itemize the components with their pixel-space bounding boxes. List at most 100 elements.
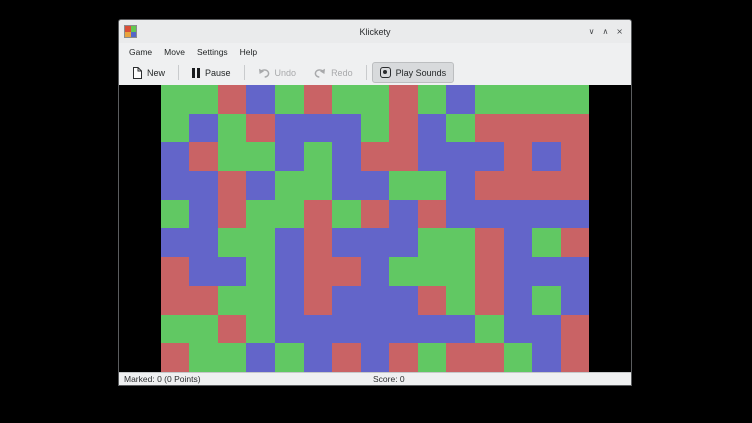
tile[interactable] (504, 171, 533, 200)
tile[interactable] (275, 85, 304, 114)
tile[interactable] (532, 228, 561, 257)
tile[interactable] (161, 85, 190, 114)
tile[interactable] (304, 228, 333, 257)
tile[interactable] (475, 171, 504, 200)
tile[interactable] (389, 171, 418, 200)
tile[interactable] (304, 200, 333, 229)
tile[interactable] (389, 114, 418, 143)
menu-help[interactable]: Help (234, 45, 263, 59)
tile[interactable] (475, 315, 504, 344)
tile[interactable] (361, 286, 390, 315)
tile[interactable] (504, 200, 533, 229)
tile[interactable] (475, 228, 504, 257)
tile[interactable] (246, 286, 275, 315)
tile[interactable] (161, 228, 190, 257)
tile[interactable] (332, 257, 361, 286)
tile[interactable] (304, 286, 333, 315)
tile[interactable] (532, 171, 561, 200)
tile[interactable] (446, 228, 475, 257)
tile[interactable] (389, 85, 418, 114)
tile[interactable] (475, 114, 504, 143)
tile[interactable] (275, 257, 304, 286)
tile[interactable] (304, 257, 333, 286)
tile[interactable] (218, 343, 247, 372)
tile[interactable] (418, 142, 447, 171)
tile[interactable] (475, 200, 504, 229)
tile[interactable] (161, 286, 190, 315)
maximize-button[interactable]: ∧ (602, 28, 608, 36)
tile[interactable] (161, 315, 190, 344)
tile[interactable] (332, 286, 361, 315)
tile[interactable] (361, 257, 390, 286)
tile[interactable] (389, 286, 418, 315)
tile[interactable] (161, 142, 190, 171)
tile[interactable] (361, 171, 390, 200)
tile[interactable] (389, 228, 418, 257)
tile[interactable] (561, 171, 590, 200)
tile[interactable] (246, 200, 275, 229)
tile[interactable] (189, 228, 218, 257)
tile[interactable] (418, 200, 447, 229)
tile[interactable] (275, 228, 304, 257)
tile[interactable] (389, 200, 418, 229)
tile[interactable] (389, 343, 418, 372)
tile[interactable] (189, 85, 218, 114)
tile[interactable] (418, 257, 447, 286)
tile[interactable] (304, 171, 333, 200)
tile[interactable] (418, 286, 447, 315)
tile[interactable] (332, 200, 361, 229)
tile[interactable] (275, 200, 304, 229)
tile[interactable] (361, 228, 390, 257)
tile[interactable] (246, 343, 275, 372)
tile[interactable] (304, 315, 333, 344)
tile[interactable] (532, 343, 561, 372)
tile[interactable] (361, 200, 390, 229)
tile[interactable] (189, 257, 218, 286)
minimize-button[interactable]: ∨ (589, 28, 595, 36)
tile[interactable] (332, 171, 361, 200)
tile[interactable] (475, 257, 504, 286)
tile[interactable] (189, 343, 218, 372)
tile[interactable] (561, 228, 590, 257)
tile[interactable] (532, 286, 561, 315)
tile[interactable] (304, 142, 333, 171)
tile[interactable] (246, 85, 275, 114)
tile[interactable] (561, 85, 590, 114)
tile[interactable] (361, 142, 390, 171)
tile[interactable] (161, 114, 190, 143)
tile[interactable] (189, 315, 218, 344)
tile[interactable] (532, 200, 561, 229)
tile[interactable] (446, 142, 475, 171)
tile[interactable] (332, 142, 361, 171)
tile[interactable] (161, 200, 190, 229)
tile[interactable] (389, 257, 418, 286)
tile[interactable] (332, 228, 361, 257)
tile[interactable] (218, 114, 247, 143)
tile[interactable] (304, 114, 333, 143)
tile[interactable] (475, 343, 504, 372)
tile[interactable] (532, 257, 561, 286)
tile[interactable] (504, 257, 533, 286)
tile[interactable] (161, 343, 190, 372)
tile[interactable] (275, 114, 304, 143)
tile[interactable] (304, 85, 333, 114)
tile[interactable] (446, 343, 475, 372)
tile[interactable] (189, 114, 218, 143)
tile[interactable] (561, 315, 590, 344)
tile[interactable] (532, 114, 561, 143)
tile[interactable] (446, 85, 475, 114)
titlebar[interactable]: Klickety ∨ ∧ × (119, 20, 631, 43)
tile[interactable] (161, 171, 190, 200)
tile[interactable] (561, 343, 590, 372)
tile[interactable] (361, 114, 390, 143)
tile[interactable] (446, 114, 475, 143)
tile[interactable] (389, 142, 418, 171)
tile[interactable] (189, 200, 218, 229)
tile[interactable] (332, 343, 361, 372)
tile[interactable] (218, 315, 247, 344)
menu-settings[interactable]: Settings (191, 45, 234, 59)
tile[interactable] (246, 257, 275, 286)
tile[interactable] (218, 171, 247, 200)
tile[interactable] (218, 286, 247, 315)
tile[interactable] (189, 142, 218, 171)
